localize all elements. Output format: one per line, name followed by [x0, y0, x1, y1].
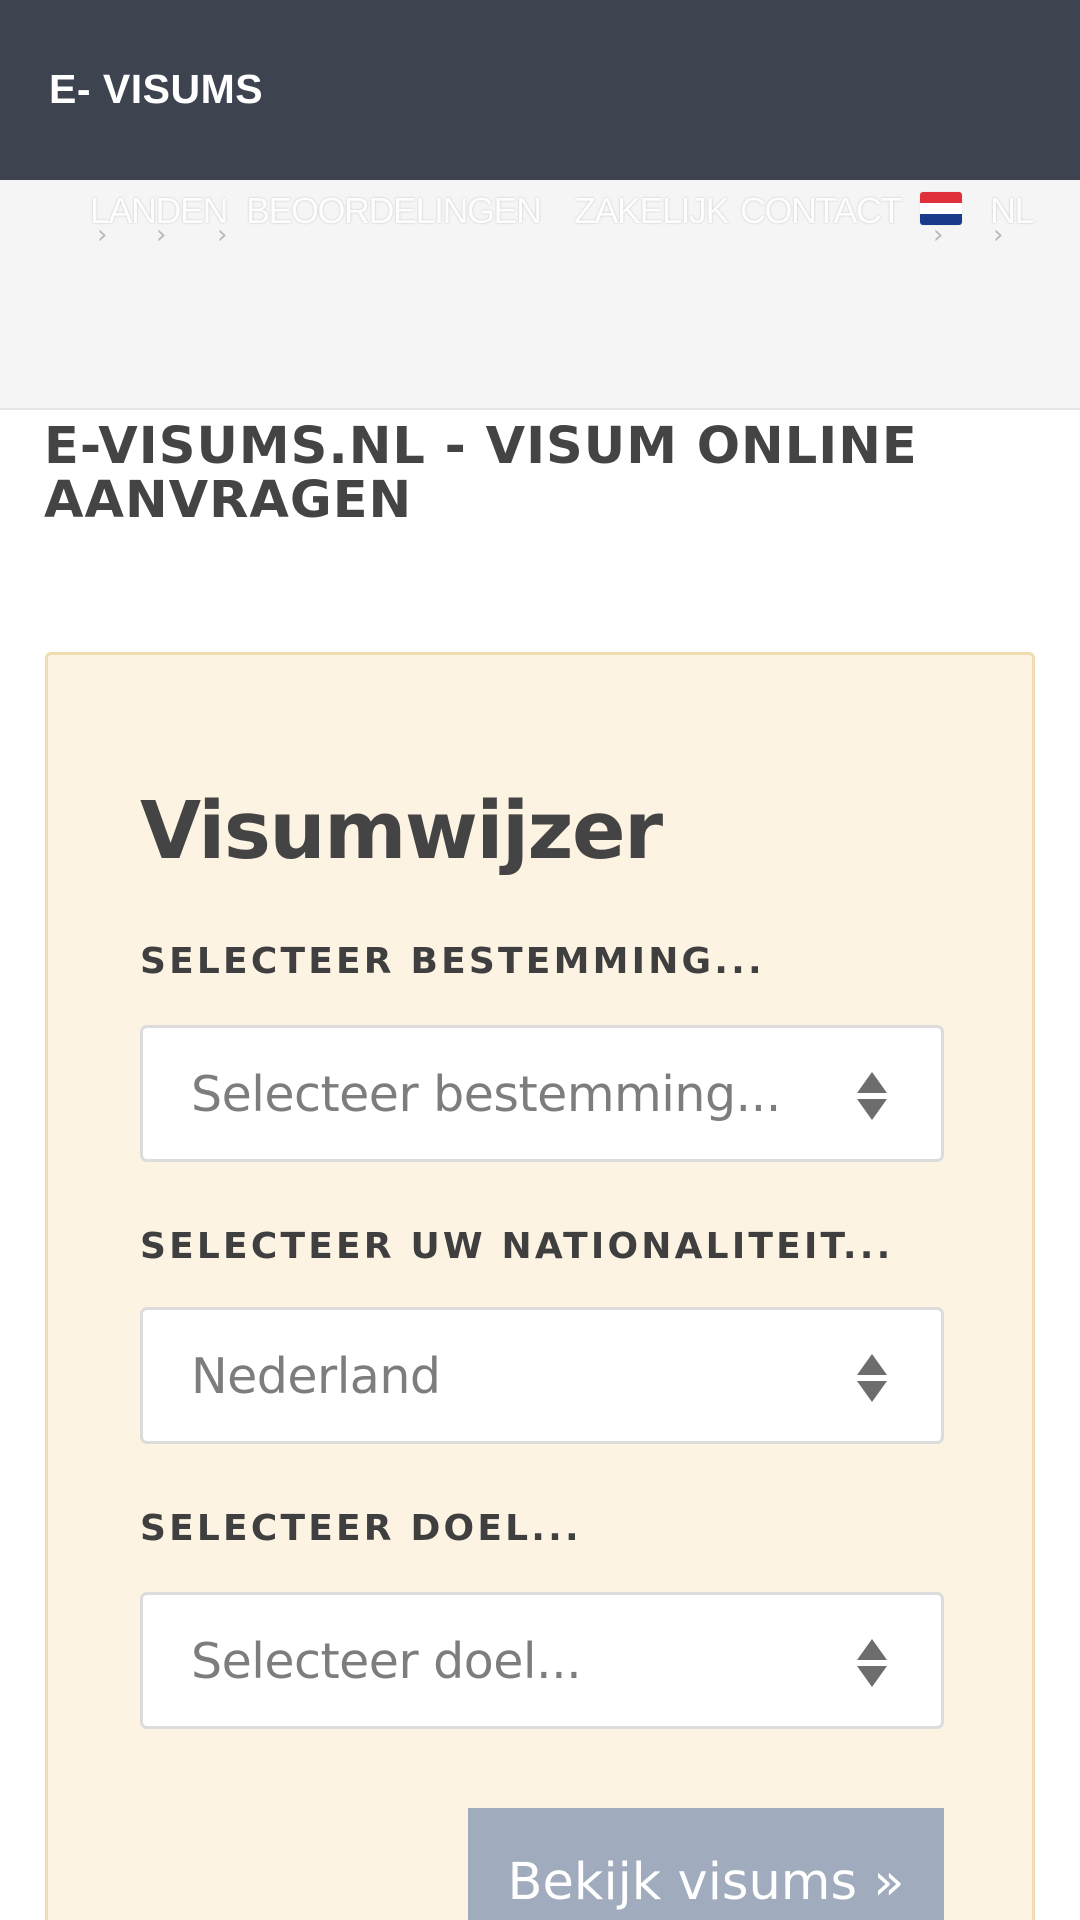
destination-label: SELECTEER BESTEMMING... [140, 941, 765, 982]
view-visas-button[interactable]: Bekijk visums » [468, 1808, 944, 1920]
nav-item-contact[interactable]: CONTACT [740, 190, 902, 232]
brand-logo-link[interactable]: E- VISUMS [49, 66, 263, 113]
chevron-right-icon: › [993, 220, 1004, 250]
nationality-select-value: Nederland [191, 1348, 441, 1405]
sort-arrows-icon [857, 1354, 887, 1404]
purpose-select[interactable]: Selecteer doel... [140, 1592, 944, 1729]
destination-select[interactable]: Selecteer bestemming... [140, 1025, 944, 1162]
visa-finder-card: Visumwijzer SELECTEER BESTEMMING... Sele… [45, 652, 1035, 1920]
nationality-label: SELECTEER UW NATIONALITEIT... [140, 1226, 894, 1267]
destination-select-value: Selecteer bestemming... [191, 1066, 781, 1123]
nav-item-beoordelingen[interactable]: BEOORDELINGEN [246, 190, 542, 232]
main-navigation: LANDEN › BEOORDELINGEN › ZAKELIJK › CONT… [0, 180, 1080, 260]
purpose-label: SELECTEER DOEL... [140, 1508, 582, 1549]
chevron-right-icon: › [217, 220, 228, 250]
sort-arrows-icon [857, 1639, 887, 1689]
chevron-right-icon: › [97, 220, 108, 250]
page-title: E-VISUMS.NL - VISUM ONLINE AANVRAGEN [44, 417, 918, 530]
purpose-select-value: Selecteer doel... [191, 1633, 582, 1690]
top-header: E- VISUMS [0, 0, 1080, 180]
sort-arrows-icon [857, 1072, 887, 1122]
visa-finder-title: Visumwijzer [140, 785, 663, 877]
chevron-right-icon: › [156, 220, 167, 250]
nationality-select[interactable]: Nederland [140, 1307, 944, 1444]
nav-item-zakelijk[interactable]: ZAKELIJK [574, 190, 730, 232]
netherlands-flag-icon[interactable] [920, 192, 962, 225]
